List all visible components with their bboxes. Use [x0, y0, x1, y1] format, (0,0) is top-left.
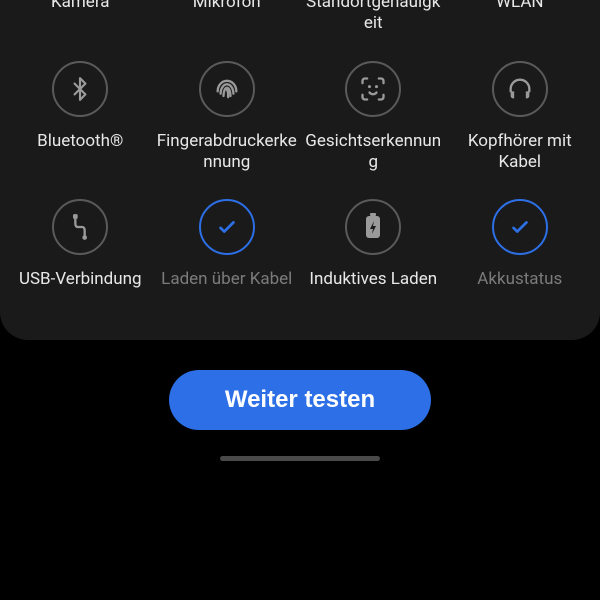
- diag-label: Bluetooth®: [37, 131, 123, 174]
- diag-label: Fingerabdruckerkennung: [157, 131, 297, 174]
- diag-label: Akkustatus: [477, 269, 562, 312]
- diag-item-wired-charging[interactable]: Laden über Kabel: [157, 199, 297, 312]
- diag-label: Gesichtserkennung: [303, 131, 443, 174]
- diag-label: Mikrofon: [193, 0, 261, 35]
- diag-item-wifi[interactable]: WLAN: [450, 0, 590, 35]
- diag-item-fingerprint[interactable]: Fingerabdruckerkennung: [157, 61, 297, 174]
- diag-item-face[interactable]: Gesichtserkennung: [303, 61, 443, 174]
- diag-item-wireless-charging[interactable]: Induktives Laden: [303, 199, 443, 312]
- diag-item-usb[interactable]: USB-Verbindung: [10, 199, 150, 312]
- usb-icon: [52, 199, 108, 255]
- diag-label: Induktives Laden: [309, 269, 437, 312]
- check-icon: [199, 199, 255, 255]
- battery-charging-icon: [345, 199, 401, 255]
- diag-label: Standortgenauigkeit: [303, 0, 443, 35]
- diag-label: Laden über Kabel: [161, 269, 292, 312]
- headphones-icon: [492, 61, 548, 117]
- diag-label: WLAN: [496, 0, 544, 35]
- diag-item-headphones[interactable]: Kopfhörer mit Kabel: [450, 61, 590, 174]
- diag-item-battery-status[interactable]: Akkustatus: [450, 199, 590, 312]
- diag-item-mic[interactable]: Mikrofon: [157, 0, 297, 35]
- face-icon: [345, 61, 401, 117]
- diag-item-location[interactable]: Standortgenauigkeit: [303, 0, 443, 35]
- diag-label: Kopfhörer mit Kabel: [450, 131, 590, 174]
- diagnostic-grid: Kamera Mikrofon Standortgenauigkeit WLAN…: [10, 0, 590, 312]
- diag-label: USB-Verbindung: [19, 269, 142, 312]
- diagnostic-panel: Kamera Mikrofon Standortgenauigkeit WLAN…: [0, 0, 600, 340]
- home-indicator[interactable]: [220, 456, 380, 461]
- diag-label: Kamera: [51, 0, 110, 35]
- bluetooth-icon: [52, 61, 108, 117]
- diag-item-bluetooth[interactable]: Bluetooth®: [10, 61, 150, 174]
- diag-item-camera[interactable]: Kamera: [10, 0, 150, 35]
- check-icon: [492, 199, 548, 255]
- fingerprint-icon: [199, 61, 255, 117]
- continue-test-button[interactable]: Weiter testen: [169, 370, 431, 430]
